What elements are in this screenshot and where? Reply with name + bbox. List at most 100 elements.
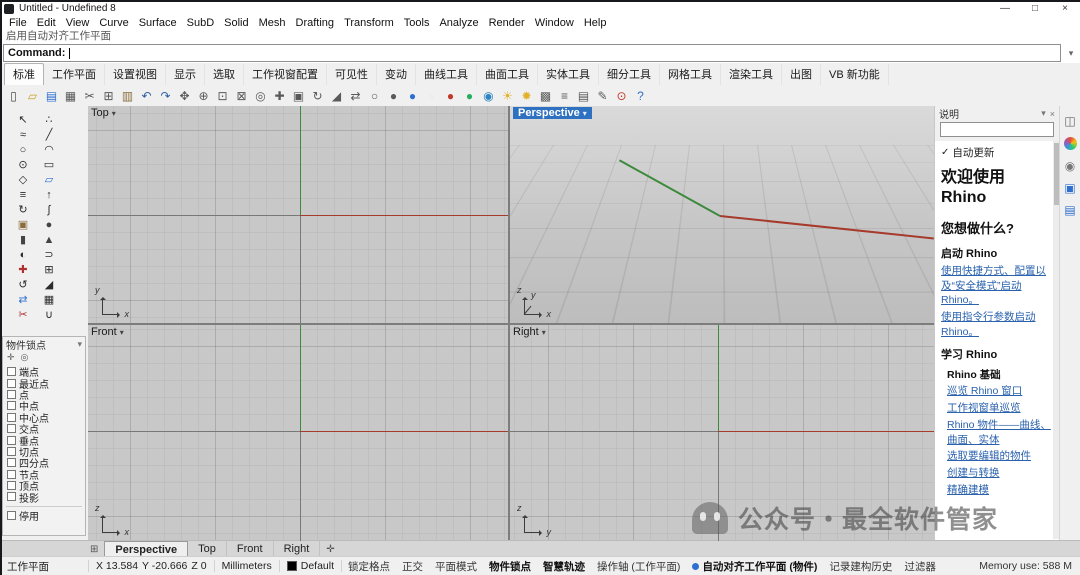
- polygon-icon[interactable]: ◇: [10, 172, 36, 187]
- layers-icon[interactable]: ≡: [555, 87, 574, 105]
- move-icon[interactable]: ✚: [10, 262, 36, 277]
- toolbar-tab[interactable]: 工作视窗配置: [244, 64, 327, 85]
- menu-item[interactable]: Curve: [94, 17, 133, 30]
- material-icon[interactable]: ●: [460, 87, 479, 105]
- help-link[interactable]: 使用快捷方式、配置以及“安全模式”启动 Rhino。: [941, 264, 1051, 308]
- render-icon[interactable]: ●: [403, 87, 422, 105]
- help-link[interactable]: 工作视窗单巡览: [947, 401, 1051, 416]
- show-object-icon[interactable]: ●: [384, 87, 403, 105]
- arc-icon[interactable]: ◠: [36, 142, 62, 157]
- checkbox-icon[interactable]: [7, 446, 16, 456]
- toolbar-tab[interactable]: 渲染工具: [721, 64, 782, 85]
- osnap-disable-option[interactable]: 停用: [3, 510, 85, 523]
- revolve-icon[interactable]: ↻: [10, 202, 36, 217]
- help-link[interactable]: 巡览 Rhino 窗口: [947, 384, 1051, 399]
- cone-icon[interactable]: ▲: [36, 232, 62, 247]
- status-toggle[interactable]: 过滤器: [898, 559, 942, 574]
- grid-options-icon[interactable]: ▩: [536, 87, 555, 105]
- pan-icon[interactable]: ✥: [175, 87, 194, 105]
- cut-icon[interactable]: ✂: [80, 87, 99, 105]
- join-icon[interactable]: ∪: [36, 307, 62, 322]
- toolbar-tab[interactable]: 网格工具: [660, 64, 721, 85]
- box-icon[interactable]: ▣: [10, 217, 36, 232]
- panel-menu-icon[interactable]: ▾: [1039, 108, 1048, 119]
- menu-item[interactable]: File: [4, 17, 32, 30]
- gumball-icon[interactable]: ⊙: [612, 87, 631, 105]
- help-link[interactable]: Rhino 物件——曲线、曲面、实体: [947, 418, 1051, 447]
- rotate-icon[interactable]: ↻: [308, 87, 327, 105]
- rendered-view-icon[interactable]: ●: [441, 87, 460, 105]
- copy-icon[interactable]: ⊞: [36, 262, 62, 277]
- checkbox-icon[interactable]: [7, 511, 16, 521]
- zoom-extents-icon[interactable]: ⊠: [232, 87, 251, 105]
- point-icon[interactable]: ∴: [36, 112, 62, 127]
- menu-item[interactable]: Analyze: [434, 17, 483, 30]
- toolbar-tab[interactable]: 标准: [4, 63, 44, 85]
- menu-item[interactable]: Render: [484, 17, 530, 30]
- open-file-icon[interactable]: ▱: [23, 87, 42, 105]
- spotlight-icon[interactable]: ✹: [517, 87, 536, 105]
- cylinder-icon[interactable]: ▮: [10, 232, 36, 247]
- status-toggle[interactable]: 正交: [396, 559, 429, 574]
- help-link[interactable]: 精确建模: [947, 483, 1051, 498]
- help-link[interactable]: 选取要编辑的物件: [947, 449, 1051, 464]
- shaded-view-icon[interactable]: ●: [422, 87, 441, 105]
- viewport-label-right[interactable]: Right ▾: [513, 326, 546, 338]
- toolbar-tab[interactable]: 实体工具: [538, 64, 599, 85]
- minimize-button[interactable]: —: [990, 0, 1020, 17]
- checkbox-icon[interactable]: [7, 424, 16, 434]
- menu-item[interactable]: Edit: [32, 17, 61, 30]
- viewport-top[interactable]: Top ▾ y x: [88, 106, 508, 323]
- menu-item[interactable]: Transform: [339, 17, 399, 30]
- viewport-label-front[interactable]: Front ▾: [91, 326, 124, 338]
- osnap-option[interactable]: 投影: [7, 491, 85, 505]
- help-link[interactable]: 使用指令行参数启动 Rhino。: [941, 310, 1051, 339]
- toolbar-tab[interactable]: 出图: [782, 64, 821, 85]
- viewport-tab[interactable]: Front: [227, 541, 274, 557]
- mirror-icon[interactable]: ⇄: [346, 87, 365, 105]
- paste-icon[interactable]: ▥: [118, 87, 137, 105]
- units-indicator[interactable]: Millimeters: [215, 560, 279, 572]
- boolean-union-icon[interactable]: ◐: [10, 247, 36, 262]
- menu-item[interactable]: Surface: [134, 17, 182, 30]
- move-icon[interactable]: ✚: [270, 87, 289, 105]
- toolbar-tab[interactable]: 设置视图: [105, 64, 166, 85]
- notebook-icon[interactable]: ▤: [1061, 201, 1079, 219]
- layer-selector[interactable]: Default: [280, 560, 341, 572]
- checkbox-icon[interactable]: [7, 458, 16, 468]
- status-toggle[interactable]: 锁定格点: [342, 559, 396, 574]
- rectangle-icon[interactable]: ▭: [36, 157, 62, 172]
- toolbar-tab[interactable]: 曲面工具: [477, 64, 538, 85]
- checkbox-icon[interactable]: [7, 378, 16, 388]
- loft-icon[interactable]: ≡: [10, 187, 36, 202]
- curve-icon[interactable]: ≈: [10, 127, 36, 142]
- zoom-dynamic-icon[interactable]: ⊕: [194, 87, 213, 105]
- scale-icon[interactable]: ◢: [327, 87, 346, 105]
- status-toggle[interactable]: 操作轴 (工作平面): [591, 559, 686, 574]
- toolbar-tab[interactable]: 曲线工具: [416, 64, 477, 85]
- gear-icon[interactable]: ▾: [77, 339, 82, 350]
- new-file-icon[interactable]: ▯: [4, 87, 23, 105]
- polyline-icon[interactable]: ╱: [36, 127, 62, 142]
- status-toggle[interactable]: 物件锁点: [483, 559, 537, 574]
- menu-item[interactable]: Tools: [399, 17, 435, 30]
- viewport-tab[interactable]: Perspective: [104, 541, 189, 557]
- redo-icon[interactable]: ↷: [156, 87, 175, 105]
- checkbox-icon[interactable]: [7, 401, 16, 411]
- status-toggle[interactable]: 记录建构历史: [823, 559, 898, 574]
- menu-item[interactable]: Window: [530, 17, 579, 30]
- hide-object-icon[interactable]: ○: [365, 87, 384, 105]
- viewport-label-top[interactable]: Top ▾: [91, 107, 116, 119]
- viewport-front[interactable]: Front ▾ z x: [88, 325, 508, 541]
- osnap-project-icon[interactable]: ✛: [7, 352, 15, 363]
- status-toggle[interactable]: 智慧轨迹: [537, 559, 591, 574]
- menu-item[interactable]: Mesh: [254, 17, 291, 30]
- cplane-selector[interactable]: 工作平面: [0, 559, 88, 574]
- surface-icon[interactable]: ▱: [36, 172, 62, 187]
- toolbar-tab[interactable]: 变动: [377, 64, 416, 85]
- help-search-input[interactable]: [940, 122, 1054, 137]
- checkbox-icon[interactable]: [7, 389, 16, 399]
- panel-dock-icon[interactable]: ◫: [1061, 112, 1079, 130]
- environment-icon[interactable]: ◉: [479, 87, 498, 105]
- mirror-icon[interactable]: ⇄: [10, 292, 36, 307]
